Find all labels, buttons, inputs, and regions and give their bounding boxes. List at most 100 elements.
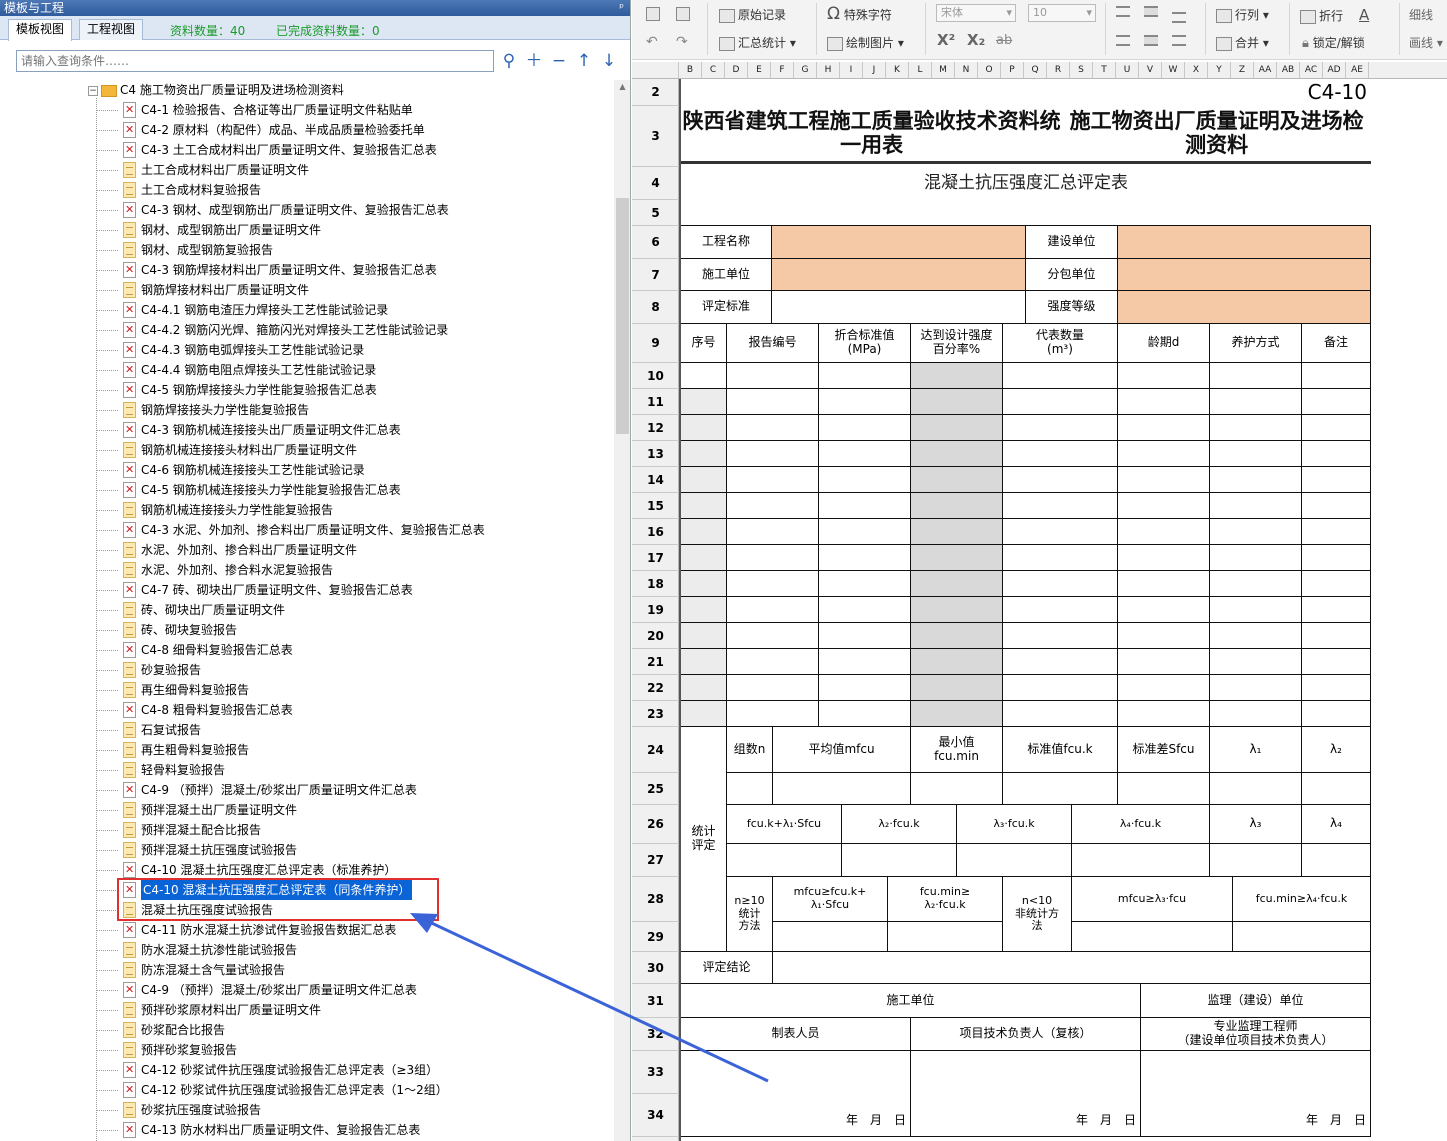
column-header-cell[interactable]: Z xyxy=(1231,62,1254,78)
tree-item[interactable]: C4-4.4 钢筋电阻点焊接头工艺性能试验记录 xyxy=(96,360,606,380)
tree-item[interactable]: 预拌混凝土抗压强度试验报告 xyxy=(96,840,606,860)
data-cell[interactable] xyxy=(727,597,819,623)
tree-item[interactable]: 再生细骨料复验报告 xyxy=(96,680,606,700)
redo-icon[interactable]: ↷ xyxy=(676,34,688,50)
row-header-cell[interactable]: 31 xyxy=(632,984,679,1018)
tree-item[interactable]: C4-3 钢筋机械连接接头出厂质量证明文件汇总表 xyxy=(96,420,606,440)
row-header-cell[interactable]: 20 xyxy=(632,623,679,649)
font-select[interactable]: 宋体 ▾ xyxy=(936,4,1016,22)
lambda3-field[interactable] xyxy=(1210,844,1302,877)
data-cell[interactable] xyxy=(1003,467,1118,493)
data-cell[interactable] xyxy=(911,467,1003,493)
data-cell[interactable] xyxy=(819,623,911,649)
data-cell[interactable] xyxy=(727,467,819,493)
tree-item[interactable]: 砂浆抗压强度试验报告 xyxy=(96,1100,606,1120)
align-middle-icon[interactable] xyxy=(1144,6,1158,17)
row-header-cell[interactable]: 34 xyxy=(632,1094,679,1137)
raw-record-button[interactable]: 原始记录 xyxy=(719,6,786,23)
data-cell[interactable] xyxy=(681,467,727,493)
row-header-cell[interactable]: 30 xyxy=(632,952,679,984)
data-cell[interactable] xyxy=(1302,519,1371,545)
data-cell[interactable] xyxy=(1118,623,1210,649)
tree-item[interactable]: 砂复验报告 xyxy=(96,660,606,680)
data-cell[interactable] xyxy=(1302,649,1371,675)
data-cell[interactable] xyxy=(681,363,727,389)
row-header-cell[interactable]: 6 xyxy=(632,226,679,259)
tree-item[interactable]: C4-4.2 钢筋闪光焊、箍筋闪光对焊接头工艺性能试验记录 xyxy=(96,320,606,340)
tree-item[interactable]: 土工合成材料出厂质量证明文件 xyxy=(96,160,606,180)
data-cell[interactable] xyxy=(1003,363,1118,389)
data-cell[interactable] xyxy=(1118,571,1210,597)
formula3-field[interactable] xyxy=(957,844,1072,877)
column-header-cell[interactable]: N xyxy=(955,62,978,78)
data-cell[interactable] xyxy=(681,441,727,467)
draw-image-button[interactable]: 绘制图片 ▾ xyxy=(827,34,904,51)
data-cell[interactable] xyxy=(1302,701,1371,727)
tree-item[interactable]: 预拌砂浆复验报告 xyxy=(96,1040,606,1060)
data-cell[interactable] xyxy=(1118,441,1210,467)
row-header-cell[interactable]: 9 xyxy=(632,324,679,363)
data-cell[interactable] xyxy=(1118,363,1210,389)
collapse-icon[interactable]: − xyxy=(88,85,98,96)
data-cell[interactable] xyxy=(1302,363,1371,389)
column-header-cell[interactable]: J xyxy=(863,62,886,78)
data-cell[interactable] xyxy=(681,649,727,675)
data-cell[interactable] xyxy=(911,571,1003,597)
data-cell[interactable] xyxy=(727,623,819,649)
data-cell[interactable] xyxy=(1302,389,1371,415)
data-cell[interactable] xyxy=(1003,571,1118,597)
lambda1-field[interactable] xyxy=(1210,773,1302,805)
data-cell[interactable] xyxy=(819,701,911,727)
tree-item[interactable]: C4-3 水泥、外加剂、掺合料出厂质量证明文件、复验报告汇总表 xyxy=(96,520,606,540)
tree-item[interactable]: 砖、砌块复验报告 xyxy=(96,620,606,640)
row-header-cell[interactable]: 4 xyxy=(632,167,679,200)
data-cell[interactable] xyxy=(819,415,911,441)
data-cell[interactable] xyxy=(1118,415,1210,441)
font-size-select[interactable]: 10 ▾ xyxy=(1028,4,1096,22)
data-cell[interactable] xyxy=(1302,415,1371,441)
data-cell[interactable] xyxy=(1210,623,1302,649)
row-header-cell[interactable]: 11 xyxy=(632,389,679,415)
font-color-icon[interactable]: A xyxy=(1359,6,1369,24)
data-cell[interactable] xyxy=(727,493,819,519)
tree-item[interactable]: 轻骨料复验报告 xyxy=(96,760,606,780)
wrap-button[interactable]: 折行 A xyxy=(1300,6,1369,24)
strikethrough-button[interactable]: ab xyxy=(996,33,1012,48)
tree-item[interactable]: C4-8 细骨料复验报告汇总表 xyxy=(96,640,606,660)
remove-icon[interactable]: − xyxy=(548,50,570,72)
data-cell[interactable] xyxy=(681,493,727,519)
tree-item[interactable]: C4-9 （预拌）混凝土/砂浆出厂质量证明文件汇总表 xyxy=(96,980,606,1000)
data-cell[interactable] xyxy=(1118,649,1210,675)
row-header-cell[interactable]: 2 xyxy=(632,79,679,106)
scroll-up-icon[interactable]: ▲ xyxy=(614,82,630,91)
data-cell[interactable] xyxy=(819,545,911,571)
data-cell[interactable] xyxy=(727,415,819,441)
data-cell[interactable] xyxy=(1210,701,1302,727)
column-header-cell[interactable]: AE xyxy=(1346,62,1369,78)
data-cell[interactable] xyxy=(819,571,911,597)
mean-field[interactable] xyxy=(773,773,911,805)
row-header-cell[interactable]: 21 xyxy=(632,649,679,675)
tree-item[interactable]: 砖、砌块出厂质量证明文件 xyxy=(96,600,606,620)
tree-item[interactable]: 防水混凝土抗渗性能试验报告 xyxy=(96,940,606,960)
tree-item[interactable]: 钢筋焊接接头力学性能复验报告 xyxy=(96,400,606,420)
tree-item[interactable]: C4-8 粗骨料复验报告汇总表 xyxy=(96,700,606,720)
data-cell[interactable] xyxy=(819,467,911,493)
data-cell[interactable] xyxy=(911,701,1003,727)
builder-field[interactable] xyxy=(1118,226,1371,259)
align-center-icon[interactable] xyxy=(1144,35,1158,46)
tree-item[interactable]: 预拌混凝土配合比报告 xyxy=(96,820,606,840)
data-cell[interactable] xyxy=(1118,545,1210,571)
construction-unit-field[interactable] xyxy=(772,259,1026,291)
subscript-button[interactable]: X₂ xyxy=(967,31,985,49)
std-dev-field[interactable] xyxy=(1118,773,1210,805)
data-cell[interactable] xyxy=(1003,441,1118,467)
row-header-cell[interactable]: 23 xyxy=(632,701,679,727)
data-cell[interactable] xyxy=(681,389,727,415)
column-header-cell[interactable]: AB xyxy=(1277,62,1300,78)
column-header-cell[interactable]: S xyxy=(1070,62,1093,78)
data-cell[interactable] xyxy=(819,389,911,415)
lambda2-field[interactable] xyxy=(1302,773,1371,805)
data-cell[interactable] xyxy=(911,649,1003,675)
column-header-cell[interactable]: R xyxy=(1047,62,1070,78)
